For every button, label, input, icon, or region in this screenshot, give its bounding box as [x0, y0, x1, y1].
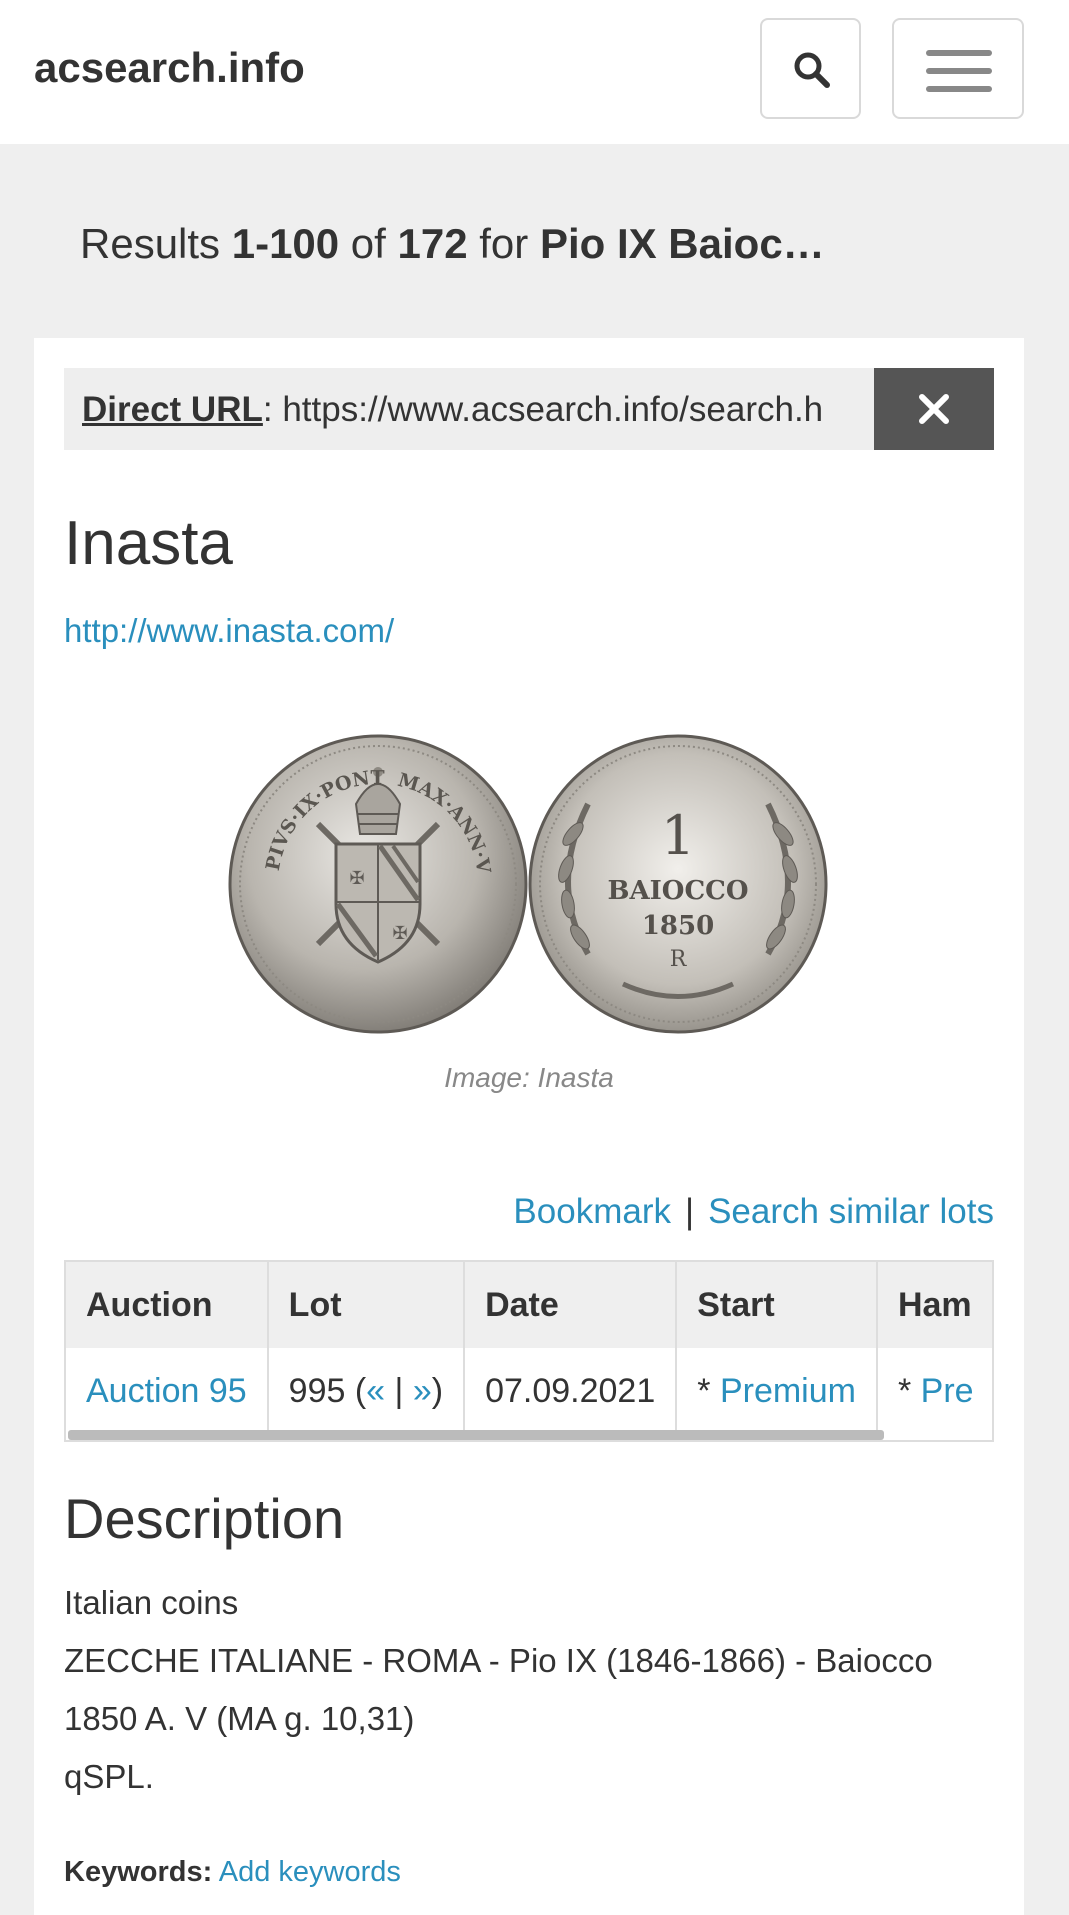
cell-auction: Auction 95 [66, 1348, 269, 1434]
close-icon [919, 394, 949, 424]
lot-actions: Bookmark | Search similar lots [513, 1192, 994, 1232]
description-line: ZECCHE ITALIANE - ROMA - Pio IX (1846-18… [64, 1642, 933, 1679]
bookmark-link[interactable]: Bookmark [513, 1192, 671, 1231]
start-premium-link[interactable]: Premium [720, 1372, 856, 1410]
column-header-hammer: Ham [876, 1262, 992, 1348]
results-summary: Results 1-100 of 172 for Pio IX Baioc… [80, 220, 825, 267]
coin-reverse: 1 BAIOCCO 1850 R [528, 734, 828, 1034]
site-brand[interactable]: acsearch.info [34, 44, 305, 92]
table-row: Auction 95 995 (« | ») 07.09.2021 * Prem… [66, 1348, 992, 1434]
actions-separator: | [684, 1192, 695, 1231]
direct-url-box[interactable]: Direct URL: https://www.acsearch.info/se… [64, 368, 874, 450]
auction-house-name: Inasta [64, 509, 233, 578]
close-url-button[interactable] [874, 368, 994, 450]
hammer-premium-link[interactable]: Pre [921, 1372, 974, 1410]
results-query: Pio IX Baioc… [539, 220, 825, 267]
direct-url-label: Direct URL [82, 390, 263, 429]
lot-card: Direct URL: https://www.acsearch.info/se… [34, 338, 1024, 1915]
description-line: qSPL. [64, 1758, 154, 1795]
coin-image[interactable]: ✠ ✠ PIVS·IX·PONT MAX·ANN·V 1 BAIOCCO 185… [228, 734, 828, 1034]
direct-url-value[interactable]: https://www.acsearch.info/search.h [282, 390, 823, 429]
search-icon [794, 52, 830, 88]
description-heading: Description [64, 1487, 345, 1550]
next-lot-link[interactable]: » [413, 1372, 432, 1410]
reverse-unit: BAIOCCO [608, 876, 749, 906]
cell-start: * Premium [676, 1348, 878, 1434]
lot-table[interactable]: Auction Lot Date Start Ham Auction 95 99… [64, 1260, 994, 1442]
auction-house-link[interactable]: http://www.inasta.com/ [64, 612, 394, 650]
table-scrollbar[interactable] [68, 1430, 884, 1440]
reverse-year: 1850 [642, 911, 714, 941]
auction-link[interactable]: Auction 95 [86, 1372, 247, 1410]
keywords-label: Keywords: [64, 1856, 213, 1888]
cell-date: 07.09.2021 [464, 1348, 678, 1434]
svg-text:✠: ✠ [349, 868, 364, 889]
image-caption: Image: Inasta [444, 1062, 614, 1093]
description-line: 1850 A. V (MA g. 10,31) [64, 1700, 415, 1737]
results-total: 172 [397, 220, 468, 267]
menu-button[interactable] [892, 18, 1024, 119]
column-header-date: Date [464, 1262, 678, 1348]
results-range: 1-100 [231, 220, 340, 267]
keywords-row: Keywords: Add keywords [64, 1856, 401, 1889]
table-header-row: Auction Lot Date Start Ham [66, 1262, 992, 1348]
reverse-mint: R [670, 947, 688, 972]
column-header-start: Start [676, 1262, 878, 1348]
add-keywords-link[interactable]: Add keywords [219, 1856, 401, 1888]
cell-hammer: * Pre [876, 1348, 992, 1434]
column-header-lot: Lot [267, 1262, 466, 1348]
reverse-denomination: 1 [661, 804, 695, 867]
prev-lot-link[interactable]: « [366, 1372, 385, 1410]
search-button[interactable] [760, 18, 861, 119]
search-similar-link[interactable]: Search similar lots [708, 1192, 994, 1231]
column-header-auction: Auction [66, 1262, 269, 1348]
description-line: Italian coins [64, 1584, 239, 1621]
coin-obverse: ✠ ✠ PIVS·IX·PONT MAX·ANN·V [228, 734, 528, 1034]
svg-text:✠: ✠ [392, 923, 407, 944]
cell-lot: 995 (« | ») [267, 1348, 466, 1434]
top-navbar: acsearch.info [0, 0, 1069, 144]
